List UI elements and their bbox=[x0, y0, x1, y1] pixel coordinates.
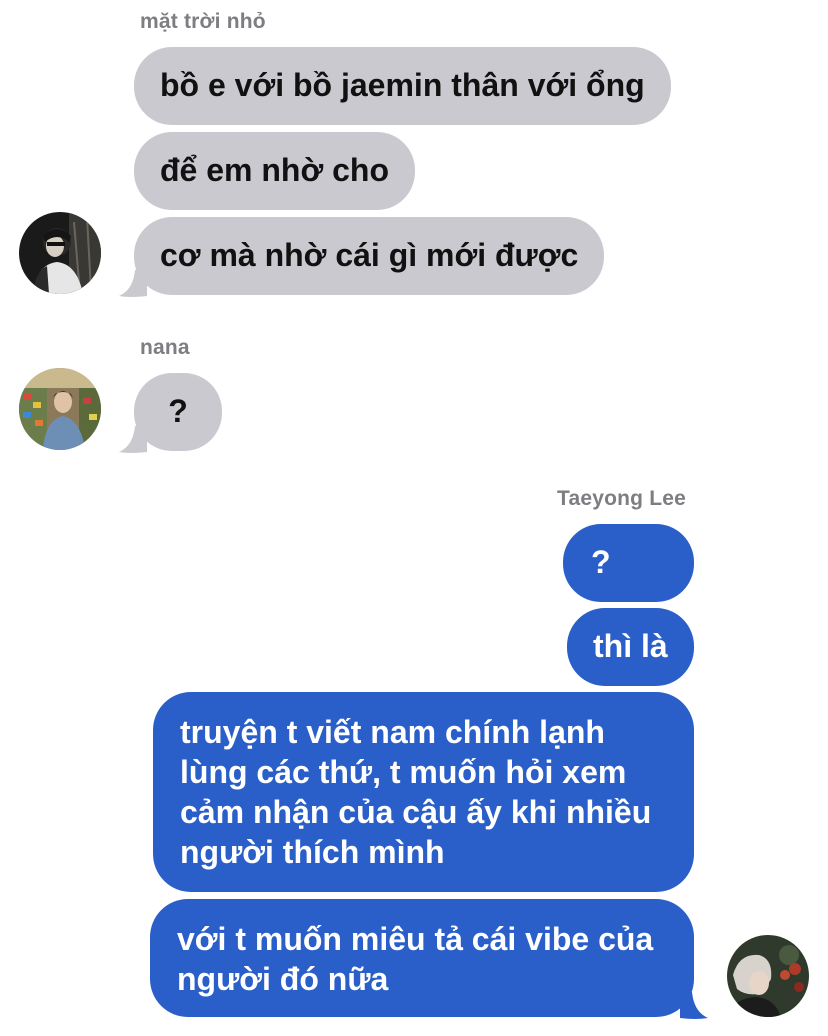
message-bubble-incoming[interactable]: bồ e với bồ jaemin thân với ổng bbox=[134, 47, 671, 125]
message-bubble-incoming[interactable]: cơ mà nhờ cái gì mới được bbox=[134, 217, 605, 295]
message-bubble-outgoing[interactable]: với t muốn miêu tả cái vibe của người đó… bbox=[150, 899, 694, 1017]
sender-name: Taeyong Lee bbox=[556, 487, 686, 510]
bubble-tail bbox=[119, 270, 147, 297]
bubble-tail bbox=[680, 992, 708, 1019]
message-bubble-incoming[interactable]: ? bbox=[134, 373, 222, 451]
message-bubble-outgoing[interactable]: truyện t viết nam chính lạnh lùng các th… bbox=[153, 692, 694, 892]
message-bubble-outgoing[interactable]: thì là bbox=[567, 608, 694, 686]
sender-name: nana bbox=[140, 336, 190, 359]
bubble-tail bbox=[119, 426, 147, 453]
sender-name: mặt trời nhỏ bbox=[140, 10, 266, 33]
user-avatar-store-photo[interactable] bbox=[19, 368, 101, 450]
user-avatar-dark-portrait[interactable] bbox=[19, 212, 101, 294]
user-avatar-selfie[interactable] bbox=[727, 935, 809, 1017]
message-bubble-outgoing[interactable]: ? bbox=[563, 524, 694, 602]
message-bubble-incoming[interactable]: để em nhờ cho bbox=[134, 132, 415, 210]
